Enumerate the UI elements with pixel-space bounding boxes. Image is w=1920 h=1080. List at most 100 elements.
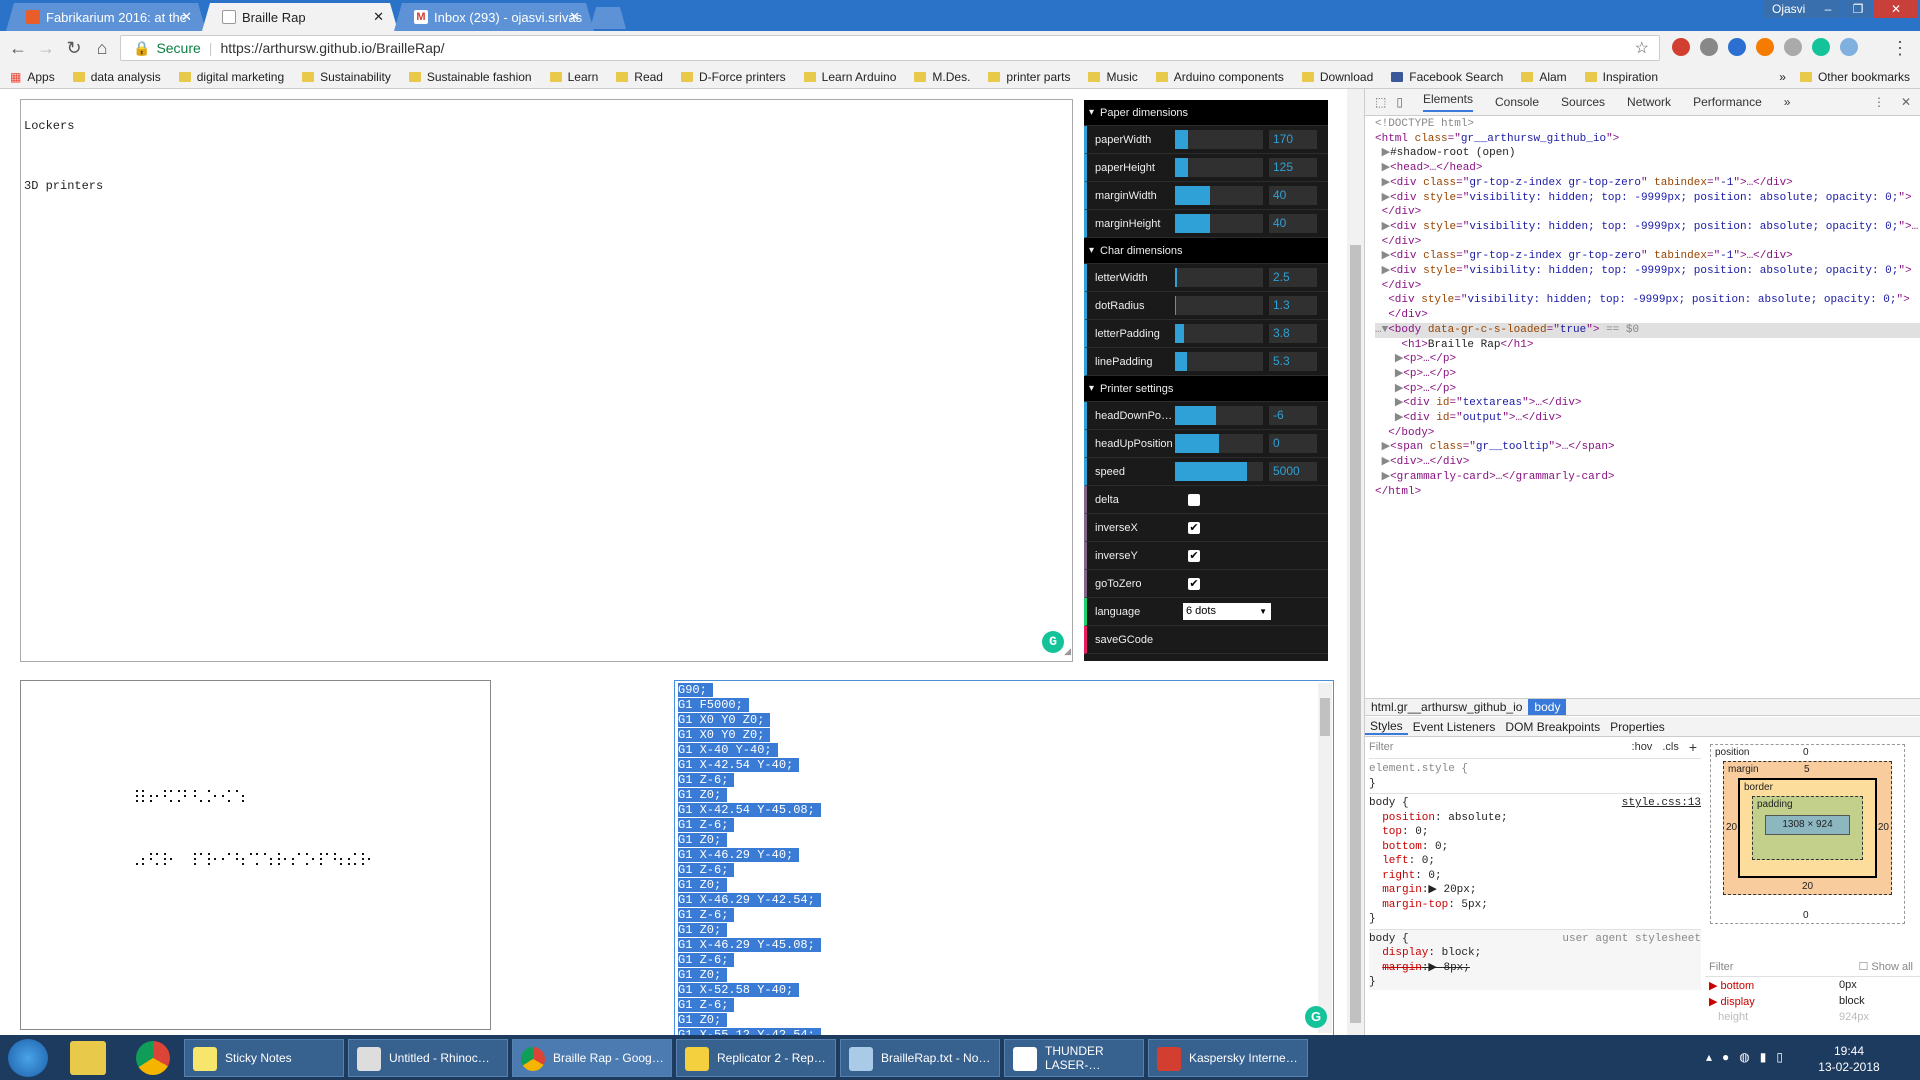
extension-icon[interactable] [1700, 38, 1718, 56]
folder-char-dimensions[interactable]: Char dimensions [1084, 238, 1328, 264]
control-delta[interactable]: delta [1084, 486, 1328, 514]
control-inverse-y[interactable]: inverseY ✔ [1084, 542, 1328, 570]
language-select[interactable]: 6 dots [1183, 603, 1271, 620]
bookmark-item[interactable]: Learn Arduino [803, 70, 896, 84]
slider[interactable] [1175, 462, 1263, 481]
number-input[interactable]: 5.3 [1269, 352, 1317, 371]
slider[interactable] [1175, 214, 1263, 233]
menu-icon[interactable]: ⋮ [1888, 36, 1912, 60]
braille-text-input[interactable]: Lockers 3D printers G ◢ [20, 99, 1073, 662]
extension-icon[interactable] [1840, 38, 1858, 56]
bookmark-item[interactable]: D-Force printers [680, 70, 786, 84]
new-tab-button[interactable] [590, 7, 626, 29]
tab-sources[interactable]: Sources [1561, 95, 1605, 109]
control-margin-width[interactable]: marginWidth 40 [1084, 182, 1328, 210]
taskbar-item[interactable]: Untitled - Rhinoc… [348, 1039, 508, 1077]
styles-filter[interactable]: Filter :hov .cls + [1369, 737, 1701, 759]
forward-icon[interactable]: → [34, 36, 58, 60]
bookmark-item[interactable]: Music [1088, 70, 1138, 84]
close-devtools-icon[interactable]: ✕ [1901, 95, 1911, 109]
bookmark-apps[interactable]: ▦ Apps [10, 70, 55, 84]
computed-row[interactable]: height 924px [1705, 1009, 1920, 1025]
bookmark-item[interactable]: M.Des. [914, 70, 970, 84]
slider[interactable] [1175, 352, 1263, 371]
extension-icon[interactable] [1756, 38, 1774, 56]
control-head-up-position[interactable]: headUpPosition 0 [1084, 430, 1328, 458]
tab-styles[interactable]: Styles [1365, 719, 1408, 735]
clock[interactable]: 19:44 13-02-2018 [1814, 1043, 1884, 1077]
slider[interactable] [1175, 130, 1263, 149]
grammarly-icon[interactable]: G [1042, 631, 1064, 653]
taskbar-item[interactable]: Sticky Notes [184, 1039, 344, 1077]
back-icon[interactable]: ← [6, 36, 30, 60]
tab-event-listeners[interactable]: Event Listeners [1408, 720, 1501, 734]
control-inverse-x[interactable]: inverseX ✔ [1084, 514, 1328, 542]
number-input[interactable]: 170 [1269, 130, 1317, 149]
chrome-icon[interactable] [136, 1041, 170, 1075]
gcode-scroll-thumb[interactable] [1320, 698, 1330, 736]
computed-row[interactable]: ▶ bottom 0px [1705, 977, 1920, 993]
bookmark-item[interactable]: Inspiration [1584, 70, 1658, 84]
bookmark-item[interactable]: Read [616, 70, 663, 84]
bookmark-item[interactable]: Sustainable fashion [408, 70, 532, 84]
tab-braille-rap[interactable]: Braille Rap ✕ [202, 3, 398, 31]
slider[interactable] [1175, 296, 1263, 315]
extension-icon[interactable] [1728, 38, 1746, 56]
taskbar-item[interactable]: THUNDER LASER-… [1004, 1039, 1144, 1077]
slider[interactable] [1175, 406, 1263, 425]
bookmark-item[interactable]: data analysis [72, 70, 161, 84]
number-input[interactable]: 2.5 [1269, 268, 1317, 287]
bookmark-item[interactable]: printer parts [988, 70, 1070, 84]
close-icon[interactable]: ✕ [181, 9, 192, 25]
number-input[interactable]: 125 [1269, 158, 1317, 177]
control-margin-height[interactable]: marginHeight 40 [1084, 210, 1328, 238]
tab-dom-breakpoints[interactable]: DOM Breakpoints [1500, 720, 1605, 734]
grammarly-icon[interactable]: G [1305, 1006, 1327, 1028]
delta-checkbox[interactable] [1188, 493, 1200, 506]
chevron-right-icon[interactable]: » [1779, 70, 1786, 84]
crumb-html[interactable]: html.gr__arthursw_github_io [1365, 699, 1528, 715]
other-bookmarks[interactable]: » Other bookmarks [1779, 70, 1910, 84]
resize-handle-icon[interactable]: ◢ [1064, 645, 1071, 660]
tab-network[interactable]: Network [1627, 95, 1671, 109]
slider[interactable] [1175, 324, 1263, 343]
show-all-checkbox[interactable]: ☐ Show all [1859, 960, 1914, 973]
go-to-zero-checkbox[interactable]: ✔ [1188, 577, 1200, 590]
control-dot-radius[interactable]: dotRadius 1.3 [1084, 292, 1328, 320]
tab-inbox[interactable]: M Inbox (293) - ojasvi.srivas ✕ [394, 3, 594, 31]
grammarly-icon[interactable] [1812, 38, 1830, 56]
inverse-x-checkbox[interactable]: ✔ [1188, 521, 1200, 534]
dom-tree[interactable]: <!DOCTYPE html> <html class="gr__arthurs… [1365, 117, 1920, 697]
add-rule-icon[interactable]: + [1689, 740, 1697, 755]
tab-fabrikarium[interactable]: Fabrikarium 2016: at the ✕ [6, 3, 206, 31]
control-go-to-zero[interactable]: goToZero ✔ [1084, 570, 1328, 598]
number-input[interactable]: -6 [1269, 406, 1317, 425]
taskbar-item[interactable]: Replicator 2 - Rep… [676, 1039, 836, 1077]
reload-icon[interactable]: ↻ [62, 36, 86, 60]
profile-button[interactable]: Ojasvi [1764, 0, 1814, 18]
cls-toggle[interactable]: .cls [1662, 740, 1679, 755]
file-explorer-icon[interactable] [70, 1041, 106, 1075]
close-window-icon[interactable]: ✕ [1874, 0, 1918, 18]
close-icon[interactable]: ✕ [373, 9, 384, 25]
control-head-down-position[interactable]: headDownPositi…-6 [1084, 402, 1328, 430]
bookmark-item[interactable]: Sustainability [302, 70, 391, 84]
page-scroll-thumb[interactable] [1350, 245, 1361, 1023]
slider[interactable] [1175, 434, 1263, 453]
start-button[interactable] [8, 1039, 48, 1077]
control-paper-height[interactable]: paperHeight 125 [1084, 154, 1328, 182]
slider[interactable] [1175, 268, 1263, 287]
home-icon[interactable]: ⌂ [90, 36, 114, 60]
computed-filter[interactable]: Filter ☐ Show all [1705, 957, 1920, 977]
number-input[interactable]: 40 [1269, 214, 1317, 233]
control-language[interactable]: language 6 dots [1084, 598, 1328, 626]
control-speed[interactable]: speed 5000 [1084, 458, 1328, 486]
crumb-body[interactable]: body [1528, 699, 1567, 715]
star-icon[interactable]: ☆ [1635, 38, 1649, 58]
inverse-y-checkbox[interactable]: ✔ [1188, 549, 1200, 562]
taskbar-item[interactable]: Kaspersky Interne… [1148, 1039, 1308, 1077]
number-input[interactable]: 5000 [1269, 462, 1317, 481]
minimize-icon[interactable]: – [1814, 0, 1842, 18]
computed-row[interactable]: ▶ display block [1705, 993, 1920, 1009]
tab-performance[interactable]: Performance [1693, 95, 1762, 109]
